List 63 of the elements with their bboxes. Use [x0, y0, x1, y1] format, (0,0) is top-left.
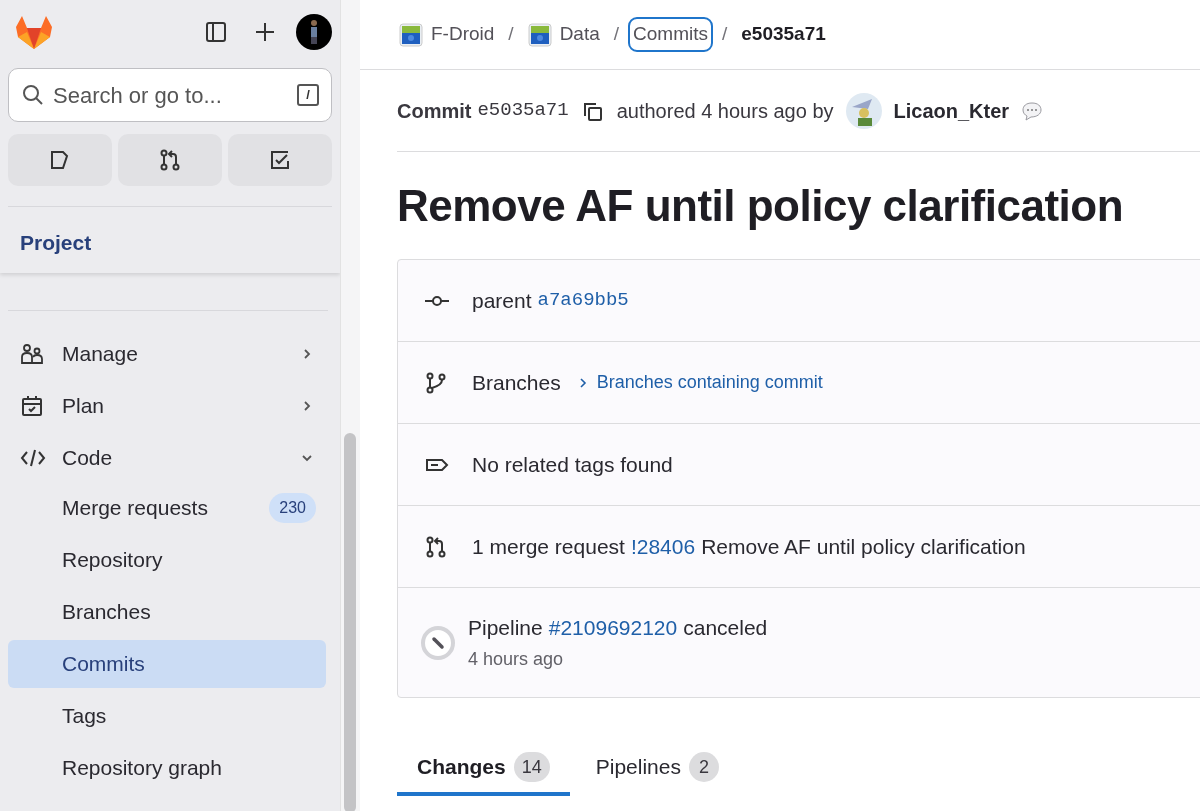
merge-request-title: Remove AF until policy clarification: [701, 533, 1026, 560]
breadcrumb-separator: /: [722, 22, 728, 47]
authored-text: authored 4 hours ago by: [616, 98, 834, 124]
branch-icon: [424, 370, 448, 395]
commit-label: Commit: [397, 98, 472, 124]
nav-item[interactable]: Repository graph: [8, 744, 326, 792]
nav-group-item[interactable]: Code: [8, 432, 326, 484]
speech-bubble-icon: [1021, 100, 1044, 121]
merge-request-icon: [158, 148, 182, 172]
calendar-icon: [20, 394, 44, 418]
nav-item[interactable]: Merge requests 230: [8, 484, 326, 532]
merge-requests-button[interactable]: [118, 134, 222, 186]
sidebar-toggle-icon[interactable]: [204, 20, 228, 44]
commit-link[interactable]: a7a69bb5: [537, 286, 629, 315]
search-field[interactable]: Search or go to... /: [8, 68, 332, 122]
author-link[interactable]: Licaon_Kter: [893, 95, 1010, 126]
info-text: Branches: [472, 369, 561, 396]
author-avatar[interactable]: [845, 92, 882, 129]
breadcrumb-link[interactable]: F-Droid: [397, 20, 497, 49]
branches-link[interactable]: Branches containing commit: [578, 369, 823, 396]
people-icon: [20, 342, 44, 366]
count-badge: 14: [513, 752, 550, 782]
nav-item[interactable]: Branches: [8, 588, 326, 636]
todo-button[interactable]: [228, 134, 332, 186]
search-placeholder: Search or go to...: [53, 81, 223, 110]
nav-group-item[interactable]: Plan: [8, 380, 326, 432]
info-text: 1 merge request: [472, 533, 625, 560]
plus-icon[interactable]: [254, 21, 276, 43]
breadcrumb-link[interactable]: e5035a71: [739, 20, 828, 49]
project-avatar-icon: [527, 22, 552, 47]
pipeline-link[interactable]: #2109692120: [548, 612, 678, 644]
commit-sha: e5035a71: [477, 98, 569, 124]
project-avatar-icon: [399, 22, 423, 47]
pipeline-status: canceled: [683, 615, 768, 642]
issues-button[interactable]: [8, 134, 112, 186]
nav-item[interactable]: Commits: [8, 640, 326, 688]
timestamp: 4 hours ago: [468, 647, 565, 671]
scrollbar[interactable]: [344, 433, 356, 811]
count-badge: 2: [688, 752, 719, 782]
nav-item[interactable]: Tags: [8, 692, 326, 740]
merge-request-link[interactable]: !28406: [630, 530, 696, 563]
keyboard-shortcut: /: [297, 84, 319, 106]
section-heading: Project: [20, 230, 93, 256]
canceled-status-icon: [420, 624, 456, 661]
info-text: No related tags found: [472, 451, 673, 478]
breadcrumb-separator: /: [613, 22, 620, 47]
fox-logo[interactable]: [14, 14, 54, 50]
user-avatar[interactable]: [296, 14, 332, 50]
tab[interactable]: Pipelines 2: [575, 744, 739, 796]
merge-request-icon: [424, 534, 448, 559]
breadcrumb-link[interactable]: Commits: [631, 20, 710, 49]
info-text: Pipeline: [468, 615, 543, 642]
nav-item[interactable]: Repository: [8, 536, 326, 584]
checkbox-icon: [268, 148, 292, 172]
breadcrumb-separator: /: [508, 22, 514, 47]
chevron-right-icon: [578, 376, 587, 389]
commit-title: Remove AF until policy clarification: [397, 180, 1125, 232]
info-text: parent: [472, 287, 532, 314]
search-icon: [21, 83, 45, 107]
breadcrumb-link[interactable]: Data: [525, 20, 602, 49]
nav-group-item[interactable]: Manage: [8, 328, 326, 380]
tab[interactable]: Changes 14: [397, 744, 570, 796]
count-badge: 230: [269, 493, 316, 523]
